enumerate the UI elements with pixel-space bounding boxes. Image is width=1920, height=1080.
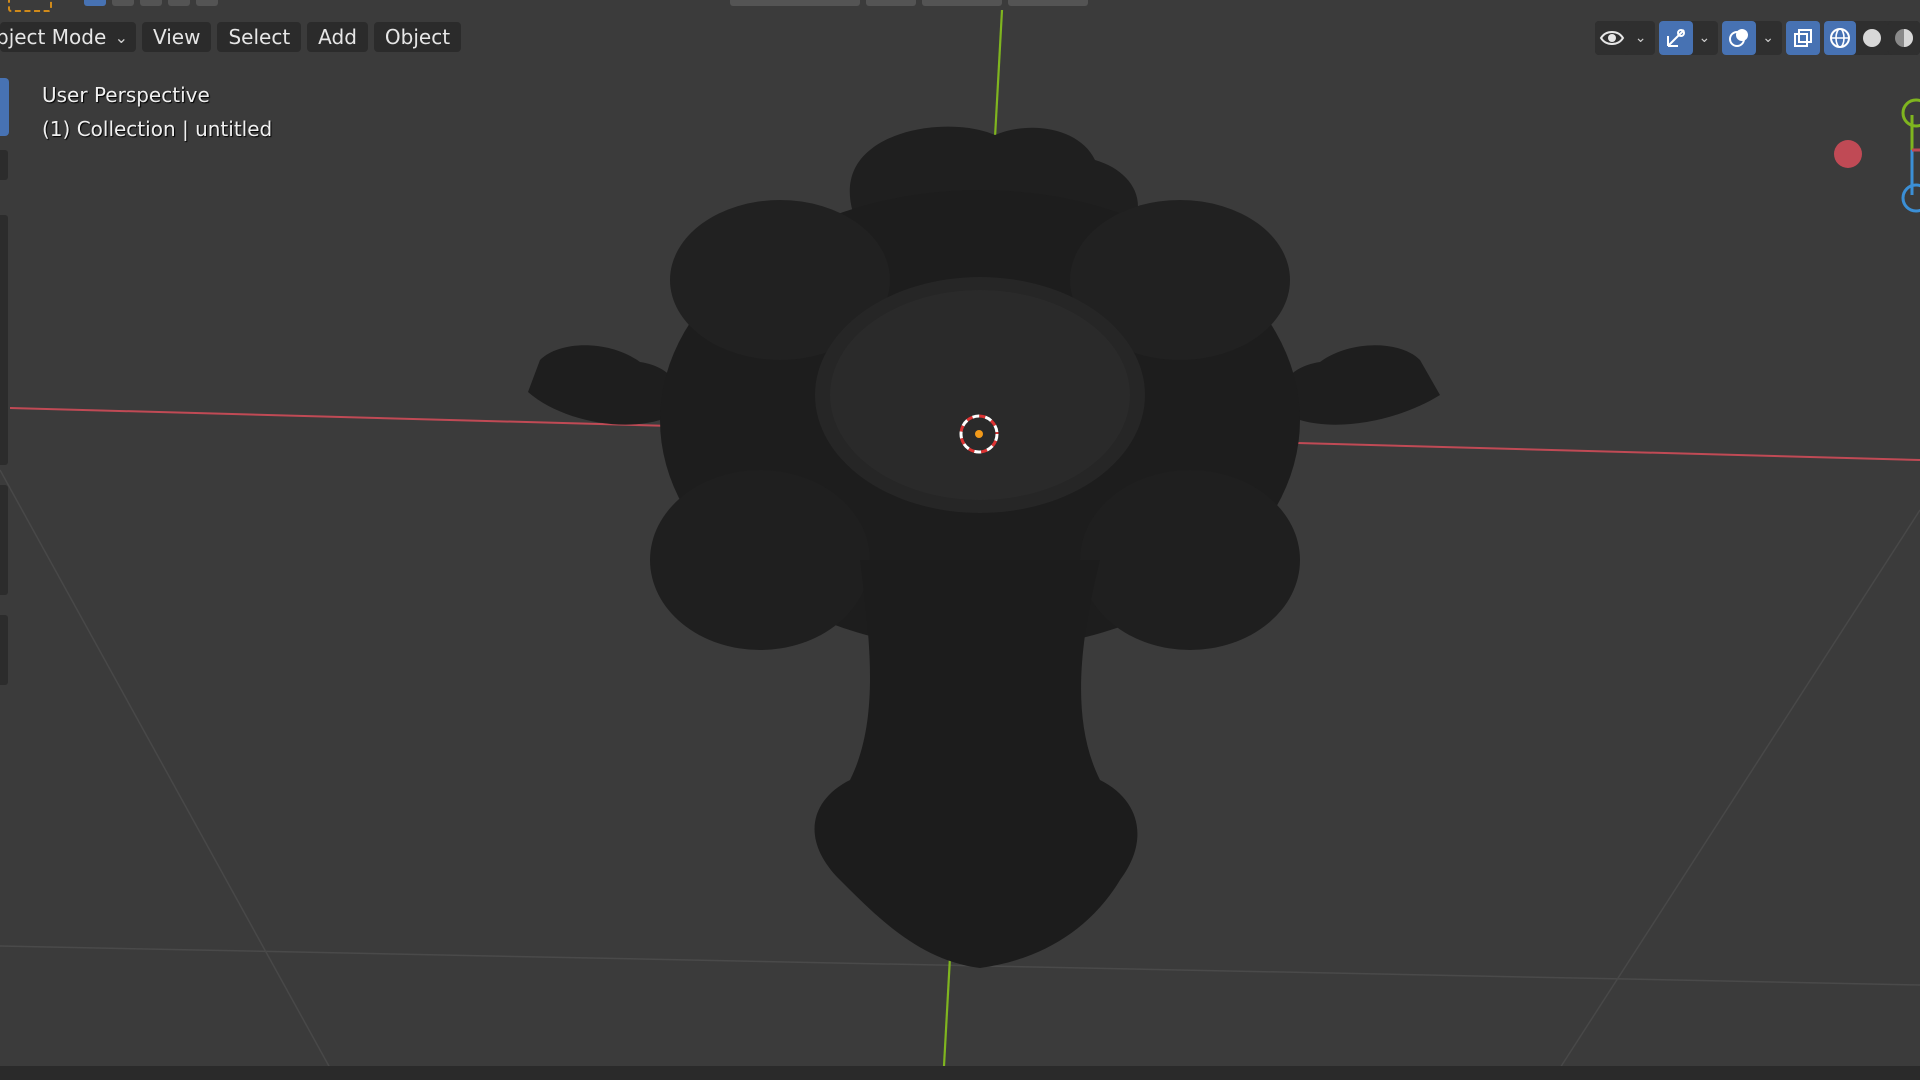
toolbar-segment[interactable] [0, 150, 8, 180]
status-bar [0, 1066, 1920, 1080]
proportional-edit-icon[interactable] [1008, 0, 1088, 6]
chevron-down-icon[interactable]: ⌄ [1693, 30, 1717, 46]
interaction-mode-dropdown[interactable]: bject Mode ⌄ [0, 22, 136, 52]
chevron-down-icon[interactable]: ⌄ [1629, 30, 1653, 46]
viewport-header: bject Mode ⌄ View Select Add Object [0, 18, 462, 56]
select-box-icon[interactable] [8, 0, 52, 12]
snap-icon[interactable] [922, 0, 1002, 6]
mode-label: bject Mode [0, 25, 107, 49]
view-name: User Perspective [42, 83, 210, 107]
visibility-group: ⌄ [1594, 21, 1655, 55]
shading-group [1824, 21, 1920, 55]
viewport-scene[interactable] [0, 0, 1920, 1080]
top-header-strip [0, 0, 1920, 12]
select-intersect-icon[interactable] [196, 0, 218, 6]
transform-orientation-dropdown[interactable] [730, 0, 860, 6]
toolbar-segment[interactable] [0, 215, 8, 465]
toolbar-segment[interactable] [0, 615, 8, 685]
menu-add[interactable]: Add [307, 22, 368, 52]
ornate-mirror-object [528, 126, 1440, 968]
overlay-group: ⌄ [1722, 21, 1782, 55]
wireframe-shading-icon[interactable] [1824, 21, 1856, 55]
visibility-eye-icon[interactable] [1594, 21, 1629, 55]
pivot-point-icon[interactable] [866, 0, 916, 6]
transform-icons [730, 0, 1088, 8]
collection-info: (1) Collection | untitled [42, 117, 273, 141]
menu-object[interactable]: Object [373, 22, 462, 52]
select-subtract-icon[interactable] [140, 0, 162, 6]
navigation-gizmo[interactable] [1820, 90, 1920, 230]
solid-shading-icon[interactable] [1856, 21, 1888, 55]
toolbar-active-tab[interactable] [0, 78, 9, 136]
viewport-right-toolbar: ⌄ ⌄ ⌄ [1594, 20, 1920, 56]
toolbar-segment[interactable] [0, 485, 8, 595]
selection-mode-icons [84, 0, 218, 8]
3d-viewport[interactable]: bject Mode ⌄ View Select Add Object User… [0, 0, 1920, 1080]
xray-toggle-icon[interactable] [1786, 21, 1820, 55]
grid-line [0, 469, 331, 1069]
chevron-down-icon: ⌄ [114, 27, 128, 47]
gizmo-group: ⌄ [1658, 21, 1719, 55]
menu-select[interactable]: Select [217, 22, 302, 52]
select-extend-icon[interactable] [112, 0, 134, 6]
toolbar-strip [0, 75, 10, 695]
material-shading-icon[interactable] [1888, 21, 1920, 55]
overlay-toggle-icon[interactable] [1722, 21, 1757, 55]
select-invert-icon[interactable] [168, 0, 190, 6]
chevron-down-icon[interactable]: ⌄ [1756, 30, 1780, 46]
select-new-icon[interactable] [84, 0, 106, 6]
menu-view[interactable]: View [142, 22, 212, 52]
gizmo-toggle-icon[interactable] [1658, 21, 1693, 55]
viewport-info: User Perspective (1) Collection | untitl… [42, 78, 272, 146]
gizmo-negative-x-icon [1834, 140, 1862, 168]
